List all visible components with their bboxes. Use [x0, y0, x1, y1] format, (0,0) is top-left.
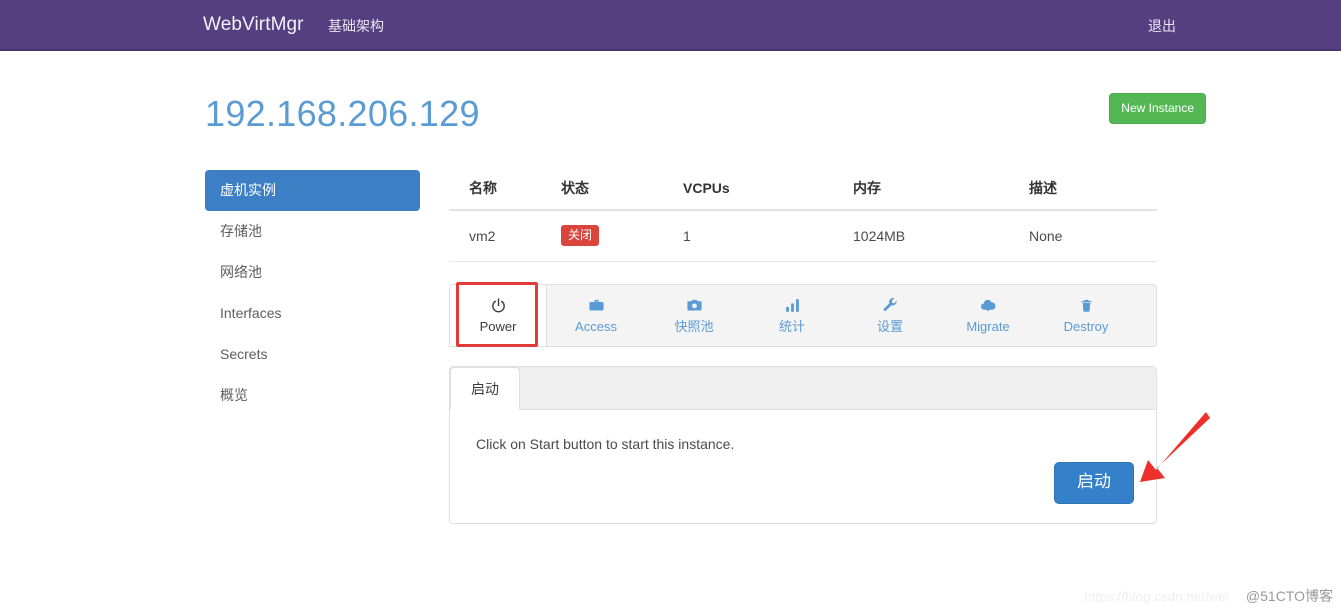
sidebar-item-secrets[interactable]: Secrets	[205, 334, 420, 375]
tab-destroy[interactable]: Destroy	[1037, 285, 1135, 346]
bar-chart-icon	[784, 296, 801, 315]
top-navbar: WebVirtMgr 基础架构 退出	[0, 0, 1341, 51]
col-header-desc: 描述	[1029, 168, 1157, 211]
table-head: 名称 状态 VCPUs 内存 描述	[449, 168, 1157, 211]
start-button[interactable]: 启动	[1054, 462, 1134, 504]
tab-statistics-label: 统计	[778, 319, 805, 334]
panel-instruction-text: Click on Start button to start this inst…	[476, 436, 735, 452]
tab-power-label: Power	[479, 319, 517, 334]
tab-settings[interactable]: 设置	[841, 285, 939, 346]
page-root: WebVirtMgr 基础架构 退出 192.168.206.129 New I…	[0, 0, 1341, 612]
instances-table-wrap: 名称 状态 VCPUs 内存 描述 vm2 关闭 1 1024MB None	[449, 168, 1157, 262]
cell-name[interactable]: vm2	[449, 210, 561, 262]
col-header-name: 名称	[449, 168, 561, 211]
navbar-inner: WebVirtMgr 基础架构 退出	[0, 0, 1341, 51]
brand-logo[interactable]: WebVirtMgr	[203, 13, 304, 37]
status-badge: 关闭	[561, 225, 600, 246]
sidebar-item-overview[interactable]: 概览	[205, 375, 420, 416]
cell-description: None	[1029, 210, 1157, 262]
tab-access[interactable]: Access	[547, 285, 645, 346]
sidebar-item-network-pools[interactable]: 网络池	[205, 252, 420, 293]
tab-migrate[interactable]: Migrate	[939, 285, 1037, 346]
tab-access-label: Access	[575, 319, 617, 334]
table-row[interactable]: vm2 关闭 1 1024MB None	[449, 210, 1157, 262]
watermark-brand: @51CTO博客	[1245, 588, 1333, 604]
sidebar-item-interfaces[interactable]: Interfaces	[205, 293, 420, 334]
tab-settings-label: 设置	[876, 319, 903, 334]
new-instance-button[interactable]: New Instance	[1109, 93, 1206, 124]
tab-snapshots[interactable]: 快照池	[645, 285, 743, 346]
power-icon	[490, 296, 507, 315]
cell-memory: 1024MB	[853, 210, 1029, 262]
panel-tabstrip: 启动	[450, 367, 1156, 410]
tab-power[interactable]: Power	[449, 284, 547, 347]
nav-item-infrastructure[interactable]: 基础架构	[328, 16, 384, 36]
tab-migrate-label: Migrate	[966, 319, 1010, 334]
cell-vcpus: 1	[683, 210, 853, 262]
tab-statistics[interactable]: 统计	[743, 285, 841, 346]
col-header-state: 状态	[561, 168, 683, 211]
panel-body: Click on Start button to start this inst…	[450, 410, 1156, 524]
sidebar: 虚机实例 存储池 网络池 Interfaces Secrets 概览	[205, 170, 420, 416]
tab-destroy-label: Destroy	[1063, 319, 1109, 334]
col-header-memory: 内存	[853, 168, 1029, 211]
table-header-row: 名称 状态 VCPUs 内存 描述	[449, 168, 1157, 211]
tab-start[interactable]: 启动	[450, 367, 520, 410]
sidebar-item-instances[interactable]: 虚机实例	[205, 170, 420, 211]
instance-action-toolbar: Power Access 快照池 统计 设置 Migrate Destroy	[449, 284, 1157, 347]
briefcase-icon	[587, 296, 606, 315]
camera-icon	[685, 296, 704, 315]
sidebar-item-storage-pools[interactable]: 存储池	[205, 211, 420, 252]
wrench-icon	[882, 296, 899, 315]
instances-table: 名称 状态 VCPUs 内存 描述 vm2 关闭 1 1024MB None	[449, 168, 1157, 262]
page-title: 192.168.206.129	[205, 93, 480, 134]
col-header-vcpus: VCPUs	[683, 168, 853, 211]
cell-state: 关闭	[561, 210, 683, 262]
cloud-upload-icon	[978, 296, 998, 315]
table-body: vm2 关闭 1 1024MB None	[449, 210, 1157, 262]
tab-snapshots-label: 快照池	[674, 319, 714, 334]
nav-item-logout[interactable]: 退出	[1148, 16, 1176, 36]
power-panel: 启动 Click on Start button to start this i…	[449, 366, 1157, 524]
trash-icon	[1079, 296, 1094, 315]
watermark-url: https://blog.csdn.net/wei	[1084, 589, 1229, 604]
